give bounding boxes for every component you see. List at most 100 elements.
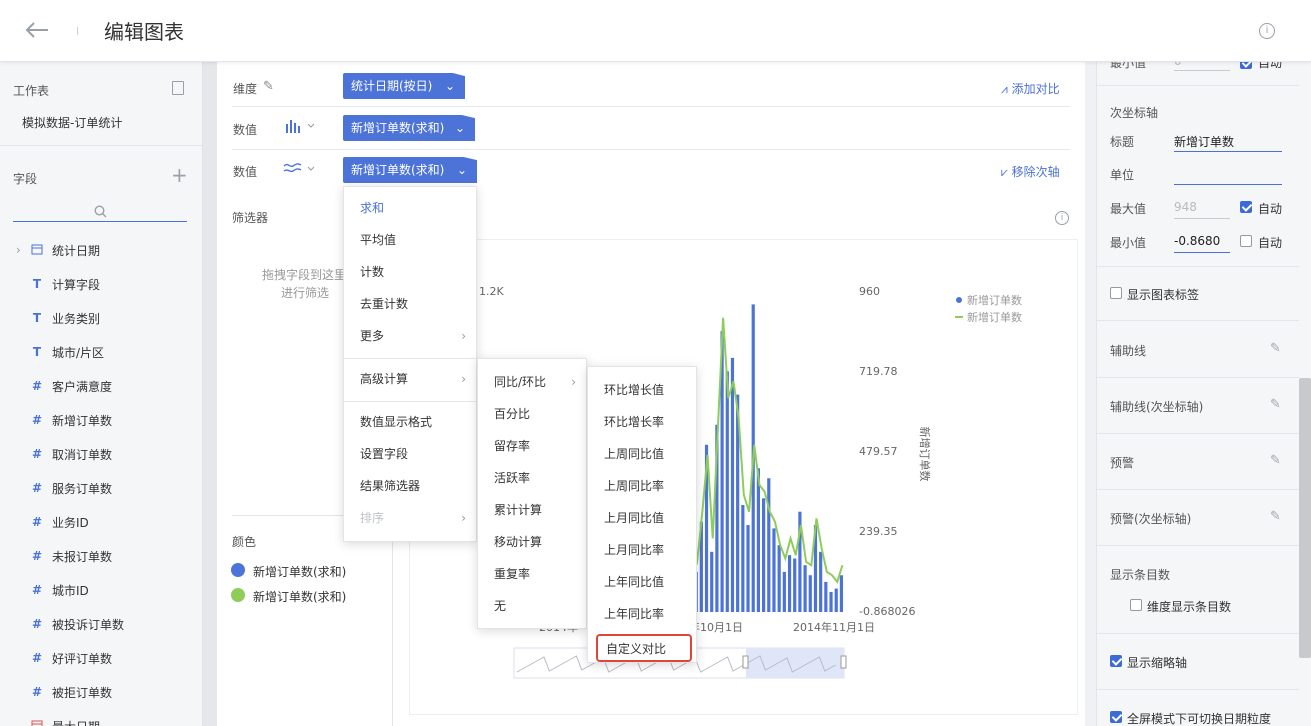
field-item[interactable]: # 未报订单数	[22, 546, 112, 566]
back-arrow-icon[interactable]	[24, 18, 50, 42]
menu-item[interactable]: 平均值	[344, 230, 476, 250]
field-item[interactable]: 最大日期	[22, 716, 100, 726]
filter-info-icon[interactable]: i	[1055, 211, 1069, 225]
menu-item[interactable]: 排序 ›	[344, 508, 476, 528]
menu-item[interactable]: 重复率	[478, 564, 586, 584]
add-field-icon[interactable]: +	[171, 165, 188, 185]
color-item-1[interactable]: 新增订单数(求和)	[253, 563, 346, 580]
info-icon[interactable]: i	[1259, 23, 1275, 39]
menu-item[interactable]: 上年同比值	[588, 572, 696, 592]
menu-item[interactable]: 自定义对比	[596, 634, 692, 662]
field-item[interactable]: # 被拒订单数	[22, 682, 112, 702]
field-item[interactable]: # 取消订单数	[22, 444, 112, 464]
menu-item[interactable]: 上周同比率	[588, 476, 696, 496]
x-tick-label: 2014年11月1日	[793, 620, 875, 634]
value-pill-1[interactable]: 新增订单数(求和) ⌄	[343, 115, 475, 141]
legend-label-line[interactable]: 新增订单数	[967, 310, 1022, 324]
show-labels-checkbox[interactable]	[1110, 287, 1122, 299]
field-item[interactable]: › 统计日期	[16, 240, 101, 260]
menu-item[interactable]: 更多 ›	[344, 326, 476, 346]
menu-item[interactable]: 活跃率	[478, 468, 586, 488]
right-axis-tick-label: 239.35	[859, 525, 898, 538]
menu-item[interactable]: 移动计算	[478, 532, 586, 552]
legend-marker-bar	[956, 297, 962, 303]
value-pill-2[interactable]: 新增订单数(求和) ⌄	[343, 157, 477, 183]
panel-splitter[interactable]	[203, 62, 217, 726]
menu-item[interactable]: 留存率	[478, 436, 586, 456]
line-chart-icon[interactable]	[283, 160, 315, 176]
header-divider	[77, 27, 78, 35]
show-thumb-checkbox[interactable]	[1110, 655, 1122, 667]
field-label: 未报订单数	[52, 549, 113, 564]
menu-item[interactable]: 累计计算	[478, 500, 586, 520]
menu-item[interactable]: 百分比	[478, 404, 586, 424]
axis-min-auto-checkbox[interactable]	[1240, 235, 1252, 247]
menu-item[interactable]: 环比增长值	[588, 380, 696, 400]
menu-item-label: 环比增长值	[604, 383, 665, 397]
menu-item[interactable]: 上周同比值	[588, 444, 696, 464]
axis-max-input[interactable]: 948	[1174, 200, 1230, 219]
value-label-1: 数值	[233, 123, 258, 137]
menu-item[interactable]: 高级计算 ›	[344, 369, 476, 389]
alert-edit-icon[interactable]: ✎	[1270, 453, 1281, 468]
thumbnail-handle-right[interactable]	[840, 655, 847, 669]
axis-title-input[interactable]: 新增订单数	[1174, 133, 1282, 152]
axis-unit-input[interactable]	[1174, 166, 1282, 185]
aux-line-edit-icon[interactable]: ✎	[1270, 341, 1281, 356]
field-item[interactable]: # 新增订单数	[22, 410, 112, 430]
menu-item[interactable]: 去重计数	[344, 294, 476, 314]
alert-secondary-edit-icon[interactable]: ✎	[1270, 509, 1281, 524]
chevron-right-icon[interactable]: ›	[16, 243, 21, 257]
bar-chart-icon[interactable]	[285, 118, 315, 134]
field-item[interactable]: # 客户满意度	[22, 376, 112, 396]
field-label: 统计日期	[52, 243, 101, 258]
number-type-icon: #	[31, 651, 43, 665]
chevron-down-icon: ⌄	[444, 79, 455, 93]
menu-item[interactable]: 计数	[344, 262, 476, 282]
aux-line-secondary-edit-icon[interactable]: ✎	[1270, 397, 1281, 412]
field-item[interactable]: # 服务订单数	[22, 478, 112, 498]
calendar-icon	[30, 243, 44, 258]
thumbnail-selection[interactable]	[746, 648, 844, 678]
axis-max-auto-checkbox[interactable]	[1240, 201, 1252, 213]
remove-secondary-axis-link[interactable]: ⩗ 移除次轴	[1001, 163, 1060, 180]
value-pill-2-label: 新增订单数(求和)	[351, 163, 445, 177]
menu-item[interactable]: 上月同比值	[588, 508, 696, 528]
settings-divider	[1096, 85, 1299, 86]
field-item[interactable]: # 好评订单数	[22, 648, 112, 668]
page-title: 编辑图表	[104, 20, 184, 44]
dim-count-checkbox[interactable]	[1130, 599, 1142, 611]
menu-item[interactable]: 无	[478, 596, 586, 616]
chart-bar	[824, 581, 828, 612]
menu-item[interactable]: 同比/环比 ›	[478, 372, 586, 392]
legend-label-bar[interactable]: 新增订单数	[967, 293, 1022, 307]
pencil-icon[interactable]: ✎	[263, 79, 274, 94]
right-axis-tick-label: 719.78	[859, 365, 898, 378]
menu-item[interactable]: 环比增长率	[588, 412, 696, 432]
field-search-input[interactable]	[13, 202, 187, 222]
field-item[interactable]: T 城市/片区	[22, 342, 104, 362]
menu-item[interactable]: 设置字段	[344, 444, 476, 464]
field-item[interactable]: # 业务ID	[22, 512, 89, 532]
settings-divider	[1096, 320, 1299, 321]
menu-item[interactable]: 上年同比率	[588, 604, 696, 624]
field-item[interactable]: T 业务类别	[22, 308, 100, 328]
menu-item[interactable]: 上月同比率	[588, 540, 696, 560]
color-item-2[interactable]: 新增订单数(求和)	[253, 588, 346, 605]
menu-item-label: 数值显示格式	[360, 415, 433, 429]
field-item[interactable]: # 被投诉订单数	[22, 614, 124, 634]
fullscreen-checkbox[interactable]	[1110, 711, 1122, 723]
dimension-pill[interactable]: 统计日期(按日) ⌄	[343, 73, 465, 99]
settings-scrollbar[interactable]	[1299, 378, 1311, 658]
field-item[interactable]: T 计算字段	[22, 274, 100, 294]
add-compare-link[interactable]: ⩘ 添加对比	[1001, 80, 1060, 97]
thumbnail-handle-left[interactable]	[742, 655, 749, 669]
axis-min-input[interactable]: -0.8680	[1174, 234, 1230, 253]
field-label: 被投诉订单数	[52, 617, 125, 632]
worksheet-doc-icon[interactable]	[172, 81, 184, 95]
menu-item[interactable]: 结果筛选器	[344, 476, 476, 496]
menu-item[interactable]: 求和	[344, 198, 476, 218]
field-item[interactable]: # 城市ID	[22, 580, 89, 600]
dataset-name[interactable]: 模拟数据-订单统计	[22, 114, 122, 131]
menu-item[interactable]: 数值显示格式	[344, 412, 476, 432]
